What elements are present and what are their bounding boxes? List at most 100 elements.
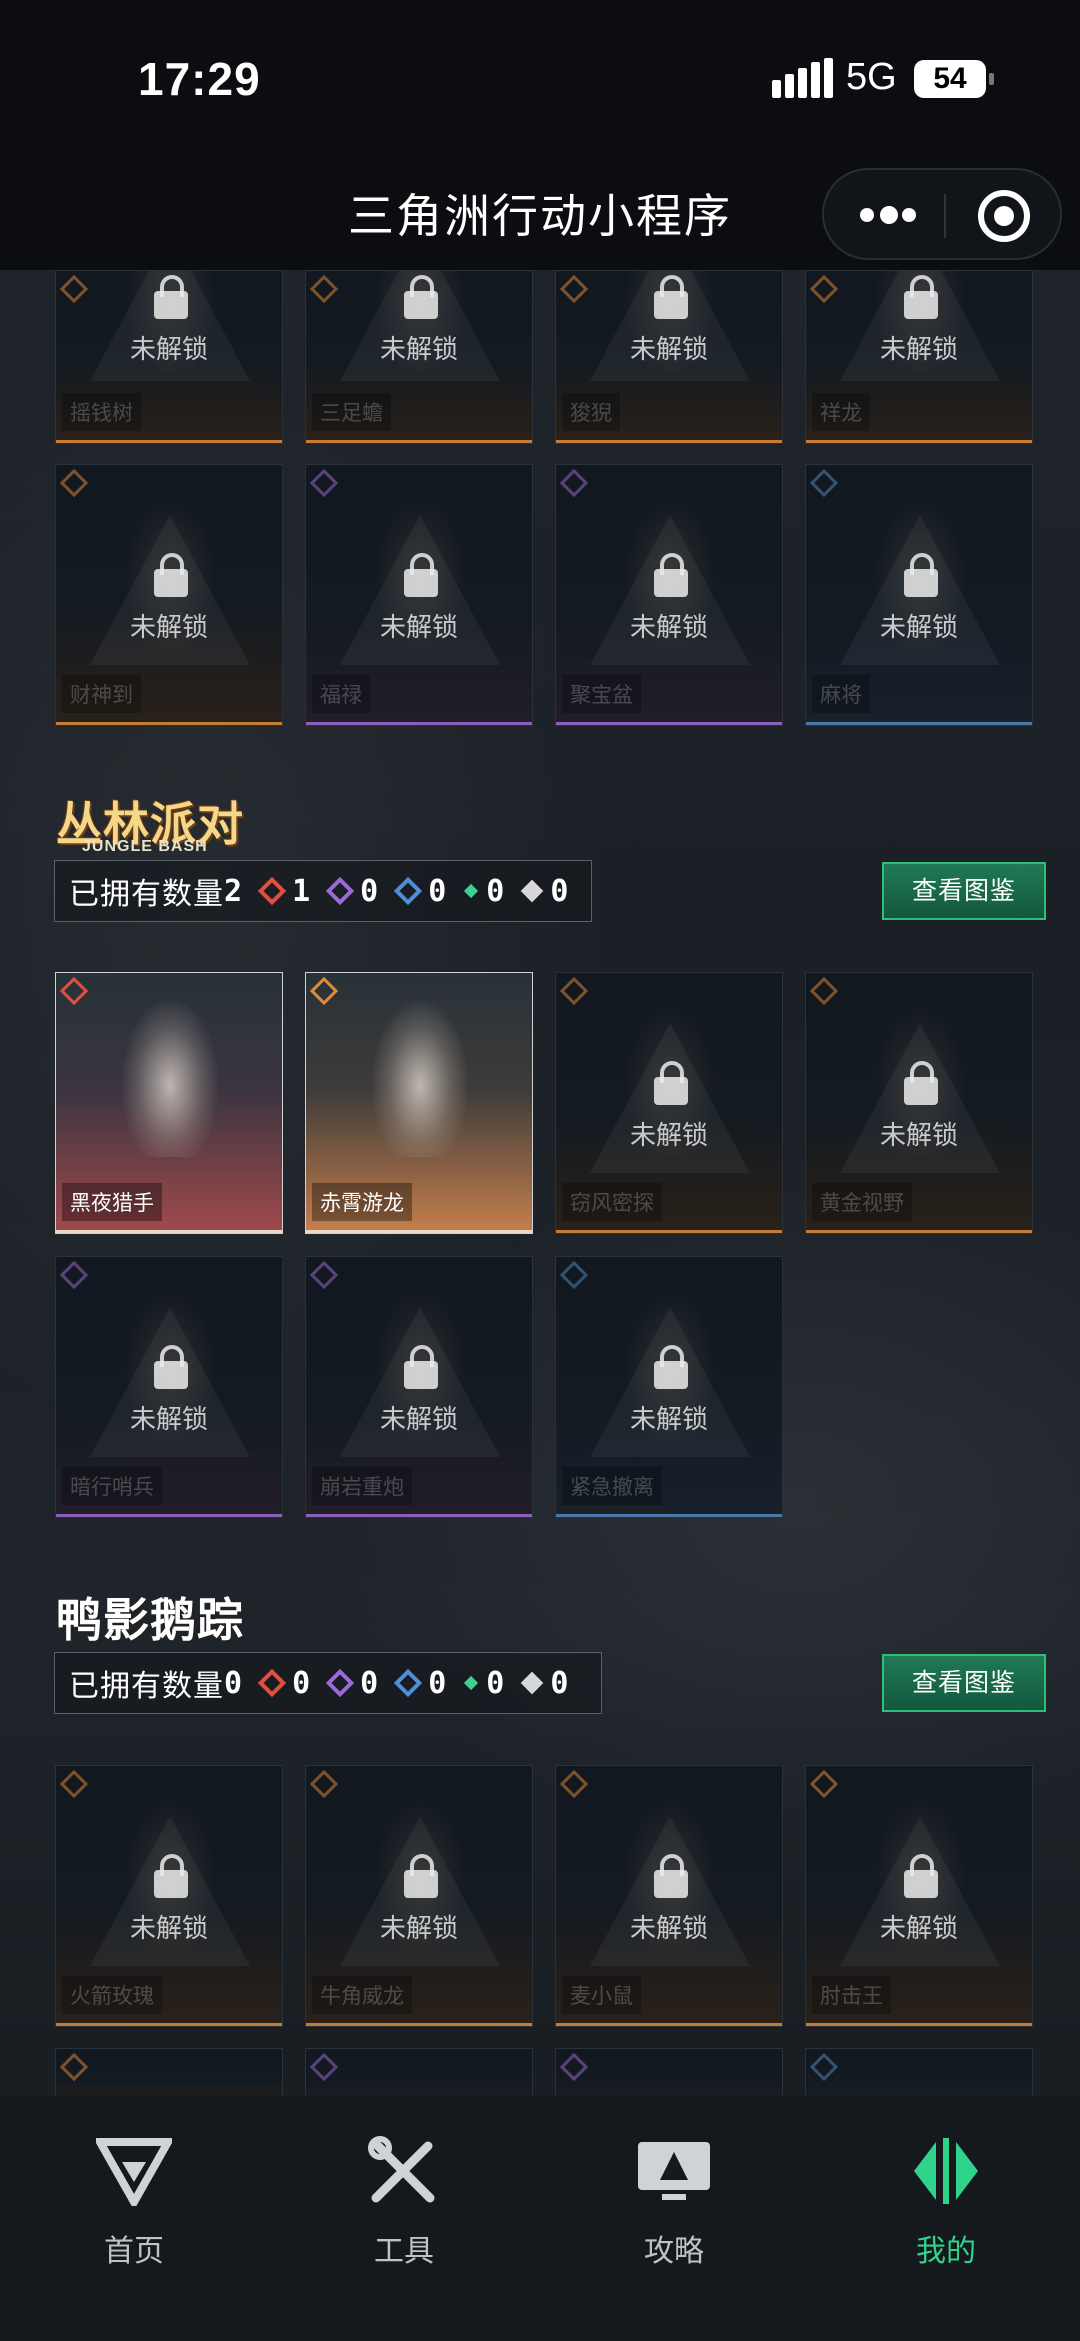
rarity-count-purple: 0 bbox=[325, 1666, 378, 1701]
collectible-card[interactable]: 未解锁 财神到 bbox=[55, 464, 283, 726]
locked-label: 未解锁 bbox=[629, 335, 708, 365]
rarity-line bbox=[556, 440, 782, 443]
jungle-bash-logo: 丛林派对 JUNGLE BASH bbox=[56, 797, 244, 855]
collectible-card[interactable]: 未解锁 崩岩重炮 bbox=[305, 1256, 533, 1518]
tools-icon bbox=[366, 2136, 442, 2206]
rarity-count-red: 0 bbox=[257, 1666, 310, 1701]
locked-label: 未解锁 bbox=[379, 1914, 458, 1944]
collectible-card[interactable]: 未解锁 摇钱树 bbox=[55, 270, 283, 444]
guide-icon bbox=[636, 2136, 712, 2206]
collectible-card[interactable]: 未解锁 窃风密探 bbox=[555, 972, 783, 1234]
tab-tools[interactable]: 工具 bbox=[324, 2136, 484, 2270]
lock-icon bbox=[904, 1854, 938, 1898]
lock-icon bbox=[404, 1854, 438, 1898]
blue-diamond-icon bbox=[394, 876, 423, 906]
status-bar: 17:29 5G 54 bbox=[0, 0, 1080, 160]
locked-label: 未解锁 bbox=[129, 335, 208, 365]
collectible-card[interactable]: 未解锁 聚宝盆 bbox=[555, 464, 783, 726]
lock-icon bbox=[404, 553, 438, 597]
collectible-card[interactable]: 未解锁麻将 bbox=[805, 464, 1033, 726]
rarity-badge-icon bbox=[59, 976, 89, 1006]
item-name: 黄金视野 bbox=[812, 1183, 912, 1221]
collectible-card[interactable]: 黑夜猎手 bbox=[55, 972, 283, 1234]
rarity-line bbox=[806, 2023, 1032, 2026]
rarity-line bbox=[556, 1230, 782, 1233]
item-name: 财神到 bbox=[62, 675, 141, 713]
collectible-card[interactable]: 未解锁 祥龙 bbox=[805, 270, 1033, 444]
collectible-card[interactable]: 未解锁 福禄 bbox=[305, 464, 533, 726]
rarity-badge-icon bbox=[309, 1769, 339, 1799]
more-icon[interactable] bbox=[860, 204, 916, 228]
purple-diamond-icon bbox=[325, 876, 355, 906]
white-diamond-icon bbox=[520, 1671, 544, 1695]
lock-icon bbox=[154, 1854, 188, 1898]
owned-label: 已拥有数量 bbox=[69, 877, 224, 912]
rarity-badge-icon bbox=[559, 1260, 589, 1290]
tab-home[interactable]: 首页 bbox=[54, 2136, 214, 2270]
rarity-line bbox=[306, 2023, 532, 2026]
item-name: 聚宝盆 bbox=[562, 675, 641, 713]
rarity-badge-icon bbox=[59, 1260, 89, 1290]
tab-profile[interactable]: 我的 bbox=[866, 2136, 1026, 2270]
purple-diamond-icon bbox=[325, 1668, 355, 1698]
lock-icon bbox=[654, 1854, 688, 1898]
close-target-icon[interactable] bbox=[978, 190, 1030, 242]
collectible-card[interactable]: 赤霄游龙 bbox=[305, 972, 533, 1234]
collectible-card[interactable]: 未解锁黄金视野 bbox=[805, 972, 1033, 1234]
lock-icon bbox=[404, 1345, 438, 1389]
rarity-line bbox=[306, 440, 532, 443]
locked-label: 未解锁 bbox=[879, 1914, 958, 1944]
rarity-badge-icon bbox=[559, 2052, 589, 2082]
locked-label: 未解锁 bbox=[879, 335, 958, 365]
collectible-card[interactable]: 未解锁 暗行哨兵 bbox=[55, 1256, 283, 1518]
collectible-card[interactable]: 未解锁 狻猊 bbox=[555, 270, 783, 444]
view-catalog-button[interactable]: 查看图鉴 bbox=[882, 862, 1046, 920]
rarity-badge-icon bbox=[809, 976, 839, 1006]
rarity-badge-icon bbox=[809, 1769, 839, 1799]
view-catalog-button[interactable]: 查看图鉴 bbox=[882, 1654, 1046, 1712]
rarity-line bbox=[556, 722, 782, 725]
lock-icon bbox=[404, 275, 438, 319]
green-diamond-icon bbox=[464, 883, 479, 899]
status-time: 17:29 bbox=[138, 53, 261, 105]
battery-icon: 54 bbox=[914, 60, 994, 98]
locked-label: 未解锁 bbox=[629, 1405, 708, 1435]
charm-figure-image bbox=[120, 997, 220, 1157]
item-name: 三足蟾 bbox=[312, 393, 391, 431]
rarity-badge-icon bbox=[59, 274, 89, 304]
blue-diamond-icon bbox=[394, 1668, 423, 1698]
rarity-badge-icon bbox=[309, 274, 339, 304]
item-name: 崩岩重炮 bbox=[312, 1467, 412, 1505]
item-name: 窃风密探 bbox=[562, 1183, 662, 1221]
rarity-line bbox=[56, 1514, 282, 1517]
locked-label: 未解锁 bbox=[879, 613, 958, 643]
red-diamond-icon bbox=[257, 1668, 287, 1698]
collectible-card[interactable]: 未解锁 火箭玫瑰 bbox=[55, 1765, 283, 2027]
lock-icon bbox=[654, 553, 688, 597]
rarity-count-green: 0 bbox=[464, 874, 504, 909]
item-name: 祥龙 bbox=[812, 393, 870, 431]
lock-icon bbox=[904, 1061, 938, 1105]
rarity-badge-icon bbox=[809, 468, 839, 498]
rarity-badge-icon bbox=[559, 468, 589, 498]
collectible-card[interactable]: 未解锁 紧急撤离 bbox=[555, 1256, 783, 1518]
rarity-line bbox=[56, 722, 282, 725]
rarity-badge-icon bbox=[559, 976, 589, 1006]
rarity-line bbox=[806, 722, 1032, 725]
item-name: 麻将 bbox=[812, 675, 870, 713]
lock-icon bbox=[654, 275, 688, 319]
owned-count-bar: 已拥有数量 2 1 0 0 0 0 bbox=[54, 860, 592, 922]
mini-program-capsule bbox=[822, 168, 1062, 260]
rarity-count-purple: 0 bbox=[325, 874, 378, 909]
tab-guide[interactable]: 攻略 bbox=[594, 2136, 754, 2270]
locked-label: 未解锁 bbox=[879, 1121, 958, 1151]
rarity-line bbox=[306, 722, 532, 725]
collectible-card[interactable]: 未解锁 肘击王 bbox=[805, 1765, 1033, 2027]
red-diamond-icon bbox=[257, 876, 287, 906]
rarity-line bbox=[806, 1230, 1032, 1233]
owned-count: 0 bbox=[224, 1665, 243, 1701]
collectible-card[interactable]: 未解锁 三足蟾 bbox=[305, 270, 533, 444]
collectible-card[interactable]: 未解锁 麦小鼠 bbox=[555, 1765, 783, 2027]
collectible-card[interactable]: 未解锁 牛角威龙 bbox=[305, 1765, 533, 2027]
rarity-line bbox=[556, 1514, 782, 1517]
